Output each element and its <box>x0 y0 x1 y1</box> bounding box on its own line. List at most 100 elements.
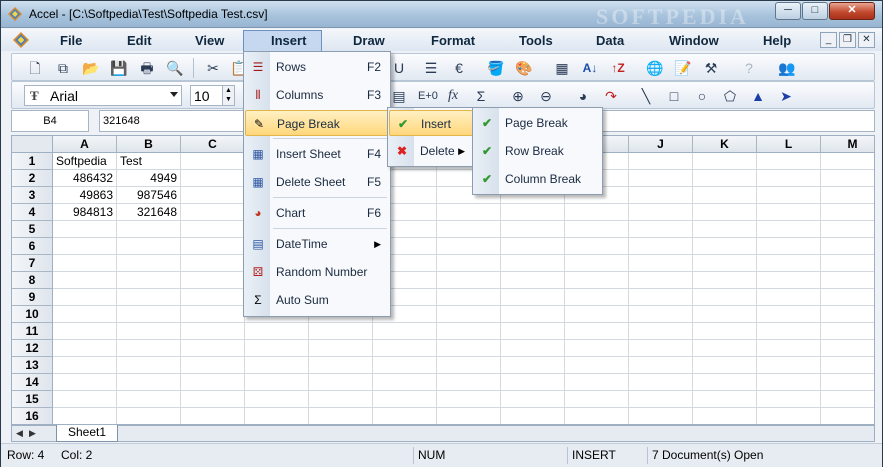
cell-m14[interactable] <box>821 374 874 391</box>
cell-j11[interactable] <box>629 323 693 340</box>
menu-item-columns[interactable]: ⦀ Columns F3 <box>245 82 389 108</box>
cell-m10[interactable] <box>821 306 874 323</box>
cell-k13[interactable] <box>693 357 757 374</box>
cell-f13[interactable] <box>373 357 437 374</box>
cell-c3[interactable] <box>181 187 245 204</box>
cell-g13[interactable] <box>437 357 501 374</box>
menu-item-page-break[interactable]: ✎ Page Break <box>245 110 389 136</box>
cell-reference-box[interactable]: B4 <box>11 110 89 132</box>
cell-i13[interactable] <box>565 357 629 374</box>
cell-c16[interactable] <box>181 408 245 424</box>
ellipse-tool-icon[interactable]: ○ <box>693 87 711 105</box>
cell-g7[interactable] <box>437 255 501 272</box>
cell-h6[interactable] <box>501 238 565 255</box>
cell-a9[interactable] <box>53 289 117 306</box>
row-header-1[interactable]: 1 <box>12 153 53 170</box>
cell-k5[interactable] <box>693 221 757 238</box>
row-header-15[interactable]: 15 <box>12 391 53 408</box>
cell-a11[interactable] <box>53 323 117 340</box>
cell-l9[interactable] <box>757 289 821 306</box>
spreadsheet-grid[interactable]: ABCDEFGHIJKLM 12345678910111213141516 So… <box>11 135 875 425</box>
row-header-3[interactable]: 3 <box>12 187 53 204</box>
menu-item-insert-sheet[interactable]: ▦ Insert Sheet F4 <box>245 141 389 167</box>
polygon-tool-icon[interactable]: ⬠ <box>721 87 739 105</box>
cell-b4[interactable]: 321648 <box>117 204 181 221</box>
row-header-13[interactable]: 13 <box>12 357 53 374</box>
cell-g9[interactable] <box>437 289 501 306</box>
tab-prev-icon[interactable]: ◀ <box>16 428 23 439</box>
currency-icon[interactable]: € <box>450 59 468 77</box>
cell-d12[interactable] <box>245 340 309 357</box>
cell-e15[interactable] <box>309 391 373 408</box>
cell-h15[interactable] <box>501 391 565 408</box>
print-icon[interactable]: 🖶 <box>138 59 156 77</box>
maximize-button[interactable]: □ <box>802 2 828 20</box>
cell-k10[interactable] <box>693 306 757 323</box>
sort-asc-icon[interactable]: A↓ <box>581 59 599 77</box>
cell-f14[interactable] <box>373 374 437 391</box>
fill-icon[interactable]: 🪣 <box>487 59 505 77</box>
cell-f11[interactable] <box>373 323 437 340</box>
cell-l13[interactable] <box>757 357 821 374</box>
cell-i10[interactable] <box>565 306 629 323</box>
calculator-icon[interactable]: ▤ <box>390 87 408 105</box>
cell-c11[interactable] <box>181 323 245 340</box>
submenu-item-delete[interactable]: ✖ Delete ▶ <box>389 138 473 164</box>
cell-a10[interactable] <box>53 306 117 323</box>
cell-i6[interactable] <box>565 238 629 255</box>
cell-m7[interactable] <box>821 255 874 272</box>
cell-g5[interactable] <box>437 221 501 238</box>
cell-m15[interactable] <box>821 391 874 408</box>
cell-b5[interactable] <box>117 221 181 238</box>
cell-k7[interactable] <box>693 255 757 272</box>
cell-b3[interactable]: 987546 <box>117 187 181 204</box>
arc-icon[interactable]: ↷ <box>602 87 620 105</box>
submenu-item-row-break[interactable]: ✔ Row Break <box>474 138 601 164</box>
underline-icon[interactable]: U <box>390 59 408 77</box>
cell-j1[interactable] <box>629 153 693 170</box>
cell-b2[interactable]: 4949 <box>117 170 181 187</box>
row-header-4[interactable]: 4 <box>12 204 53 221</box>
function-icon[interactable]: fx <box>444 87 462 105</box>
chart-icon[interactable]: ◕ <box>574 87 592 105</box>
cell-l11[interactable] <box>757 323 821 340</box>
cell-b1[interactable]: Test <box>117 153 181 170</box>
cell-f12[interactable] <box>373 340 437 357</box>
cell-l7[interactable] <box>757 255 821 272</box>
notes-icon[interactable]: 📝 <box>674 59 692 77</box>
cell-g14[interactable] <box>437 374 501 391</box>
cell-b10[interactable] <box>117 306 181 323</box>
cell-f15[interactable] <box>373 391 437 408</box>
cell-h16[interactable] <box>501 408 565 424</box>
cell-l8[interactable] <box>757 272 821 289</box>
cell-j14[interactable] <box>629 374 693 391</box>
cell-c4[interactable] <box>181 204 245 221</box>
font-name-select[interactable]: Ŧ Arial <box>24 85 182 106</box>
menu-file[interactable]: File <box>60 33 82 48</box>
cell-h7[interactable] <box>501 255 565 272</box>
cell-f16[interactable] <box>373 408 437 424</box>
cell-b13[interactable] <box>117 357 181 374</box>
cell-k3[interactable] <box>693 187 757 204</box>
cell-l1[interactable] <box>757 153 821 170</box>
cell-h4[interactable] <box>501 204 565 221</box>
cell-j8[interactable] <box>629 272 693 289</box>
cell-l6[interactable] <box>757 238 821 255</box>
cell-l2[interactable] <box>757 170 821 187</box>
globe-icon[interactable]: 🌐 <box>646 59 664 77</box>
cell-l4[interactable] <box>757 204 821 221</box>
cell-a12[interactable] <box>53 340 117 357</box>
arrow-right-tool-icon[interactable]: ➤ <box>777 87 795 105</box>
cell-b11[interactable] <box>117 323 181 340</box>
cell-k12[interactable] <box>693 340 757 357</box>
cell-c13[interactable] <box>181 357 245 374</box>
cell-a8[interactable] <box>53 272 117 289</box>
cell-j2[interactable] <box>629 170 693 187</box>
cell-i16[interactable] <box>565 408 629 424</box>
cell-b14[interactable] <box>117 374 181 391</box>
cell-c5[interactable] <box>181 221 245 238</box>
cell-c8[interactable] <box>181 272 245 289</box>
zoom-out-icon[interactable]: ⊖ <box>537 87 555 105</box>
column-header-l[interactable]: L <box>757 136 821 153</box>
cell-h8[interactable] <box>501 272 565 289</box>
